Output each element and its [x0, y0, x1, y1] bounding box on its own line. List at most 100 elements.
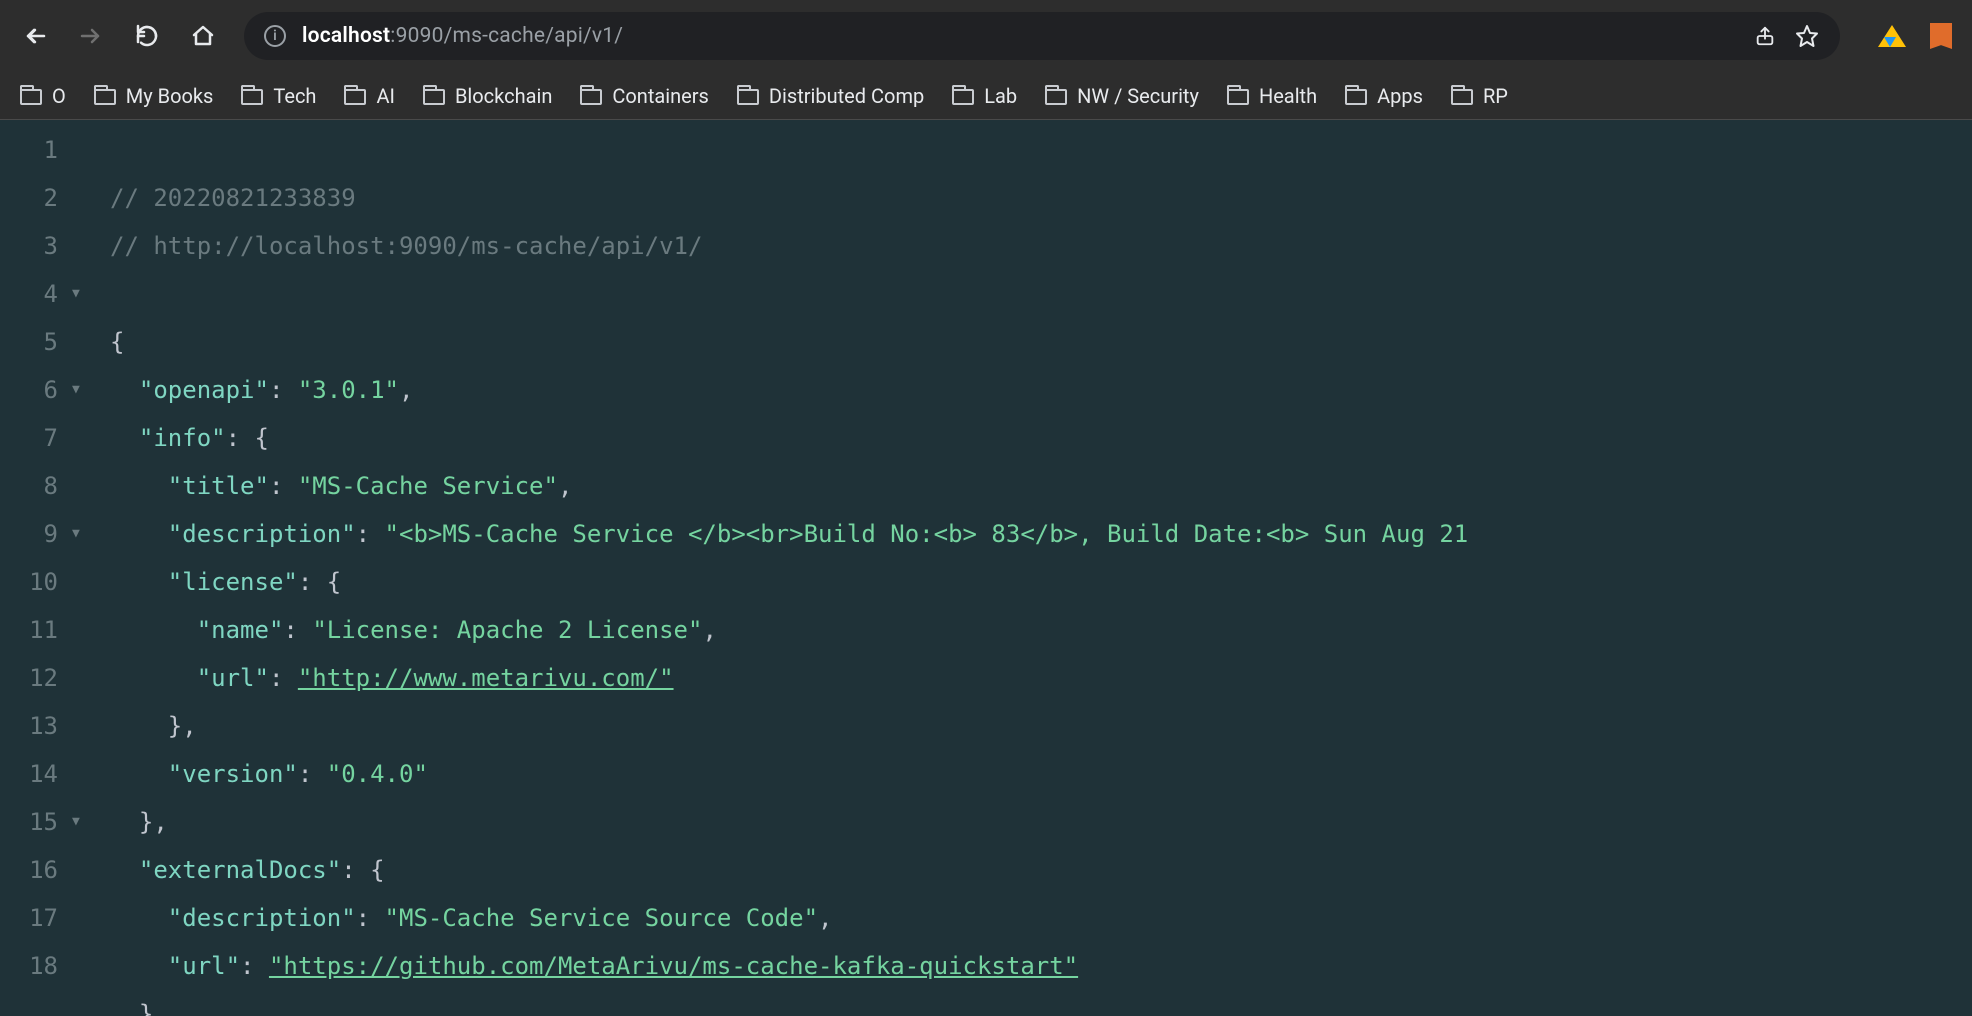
code-brace: }, [168, 712, 197, 740]
bookmark-label: Health [1259, 84, 1317, 108]
json-string: "3.0.1" [298, 376, 399, 404]
json-key: "openapi" [139, 376, 269, 404]
home-button[interactable] [188, 21, 218, 51]
json-key: "url" [168, 952, 240, 980]
bookmark-folder[interactable]: AI [344, 84, 395, 108]
json-string: "0.4.0" [327, 760, 428, 788]
json-key: "info" [139, 424, 226, 452]
code-brace: { [110, 328, 124, 356]
line-number-gutter: 1 2 3 4 5 6 7 8 9 10 11 12 13 14 15 16 1… [0, 120, 72, 1016]
bookmark-extension-icon[interactable] [1930, 23, 1952, 49]
fold-toggle-icon[interactable]: ▼ [72, 270, 100, 318]
code-brace: }, [139, 1000, 168, 1016]
bookmark-label: RP [1483, 84, 1508, 108]
json-key: "description" [168, 904, 356, 932]
line-number: 7 [0, 414, 58, 462]
line-number: 13 [0, 702, 58, 750]
folder-icon [423, 89, 445, 105]
json-viewer: 1 2 3 4 5 6 7 8 9 10 11 12 13 14 15 16 1… [0, 120, 1972, 1016]
back-button[interactable] [20, 21, 50, 51]
json-key: "license" [168, 568, 298, 596]
json-key: "version" [168, 760, 298, 788]
line-number: 14 [0, 750, 58, 798]
folder-icon [344, 89, 366, 105]
fold-toggle-icon[interactable]: ▼ [72, 366, 100, 414]
line-number: 16 [0, 846, 58, 894]
bookmark-folder[interactable]: Distributed Comp [737, 84, 924, 108]
fold-gutter: ▼ ▼ ▼ ▼ [72, 120, 100, 1016]
bookmark-folder[interactable]: My Books [94, 84, 214, 108]
folder-icon [20, 89, 42, 105]
share-icon[interactable] [1752, 23, 1778, 49]
bookmark-folder[interactable]: O [20, 84, 66, 108]
line-number: 15 [0, 798, 58, 846]
bookmark-label: Apps [1377, 84, 1423, 108]
reload-icon [135, 24, 159, 48]
line-number: 6 [0, 366, 58, 414]
json-key: "title" [168, 472, 269, 500]
code-comment: // http://localhost:9090/ms-cache/api/v1… [110, 232, 702, 260]
star-icon[interactable] [1794, 23, 1820, 49]
line-number: 12 [0, 654, 58, 702]
url-text: localhost:9090/ms-cache/api/v1/ [302, 24, 623, 48]
bookmark-label: Distributed Comp [769, 84, 924, 108]
line-number: 3 [0, 222, 58, 270]
json-string: "License: Apache 2 License" [312, 616, 702, 644]
code-comment: // 20220821233839 [110, 184, 356, 212]
folder-icon [1345, 89, 1367, 105]
bookmarks-bar: O My Books Tech AI Blockchain Containers… [0, 72, 1972, 120]
code-content[interactable]: // 20220821233839 // http://localhost:90… [100, 120, 1468, 1016]
bookmark-folder[interactable]: RP [1451, 84, 1508, 108]
bookmark-folder[interactable]: Apps [1345, 84, 1423, 108]
line-number: 1 [0, 126, 58, 174]
line-number: 10 [0, 558, 58, 606]
folder-icon [952, 89, 974, 105]
folder-icon [1045, 89, 1067, 105]
json-string: "MS-Cache Service" [298, 472, 558, 500]
folder-icon [241, 89, 263, 105]
code-brace: }, [139, 808, 168, 836]
folder-icon [94, 89, 116, 105]
arrow-right-icon [79, 24, 103, 48]
line-number: 2 [0, 174, 58, 222]
reload-button[interactable] [132, 21, 162, 51]
bookmark-folder[interactable]: Blockchain [423, 84, 552, 108]
drive-extension-icon[interactable] [1878, 25, 1906, 47]
bookmark-folder[interactable]: Containers [580, 84, 709, 108]
bookmark-label: O [52, 84, 66, 108]
url-port: :9090 [390, 24, 443, 48]
folder-icon [737, 89, 759, 105]
bookmark-label: Tech [273, 84, 316, 108]
line-number: 4 [0, 270, 58, 318]
url-host: localhost [302, 24, 390, 48]
bookmark-label: Containers [612, 84, 709, 108]
line-number: 9 [0, 510, 58, 558]
bookmark-folder[interactable]: NW / Security [1045, 84, 1199, 108]
arrow-left-icon [23, 24, 47, 48]
line-number: 5 [0, 318, 58, 366]
folder-icon [1451, 89, 1473, 105]
json-string: "<b>MS-Cache Service </b><br>Build No:<b… [385, 520, 1469, 548]
url-path: /ms-cache/api/v1/ [444, 24, 624, 48]
line-number: 17 [0, 894, 58, 942]
address-bar[interactable]: i localhost:9090/ms-cache/api/v1/ [244, 12, 1840, 60]
json-url-link[interactable]: "https://github.com/MetaArivu/ms-cache-k… [269, 952, 1078, 980]
bookmark-label: My Books [126, 84, 214, 108]
bookmark-label: AI [376, 84, 395, 108]
bookmark-label: NW / Security [1077, 84, 1199, 108]
forward-button[interactable] [76, 21, 106, 51]
json-key: "externalDocs" [139, 856, 341, 884]
site-info-icon[interactable]: i [264, 25, 286, 47]
fold-toggle-icon[interactable]: ▼ [72, 798, 100, 846]
line-number: 11 [0, 606, 58, 654]
bookmark-folder[interactable]: Lab [952, 84, 1017, 108]
bookmark-label: Lab [984, 84, 1017, 108]
json-key: "description" [168, 520, 356, 548]
bookmark-folder[interactable]: Health [1227, 84, 1317, 108]
fold-toggle-icon[interactable]: ▼ [72, 510, 100, 558]
json-string: "MS-Cache Service Source Code" [385, 904, 818, 932]
browser-toolbar: i localhost:9090/ms-cache/api/v1/ [0, 0, 1972, 72]
json-url-link[interactable]: "http://www.metarivu.com/" [298, 664, 674, 692]
extension-icons [1866, 23, 1952, 49]
bookmark-folder[interactable]: Tech [241, 84, 316, 108]
